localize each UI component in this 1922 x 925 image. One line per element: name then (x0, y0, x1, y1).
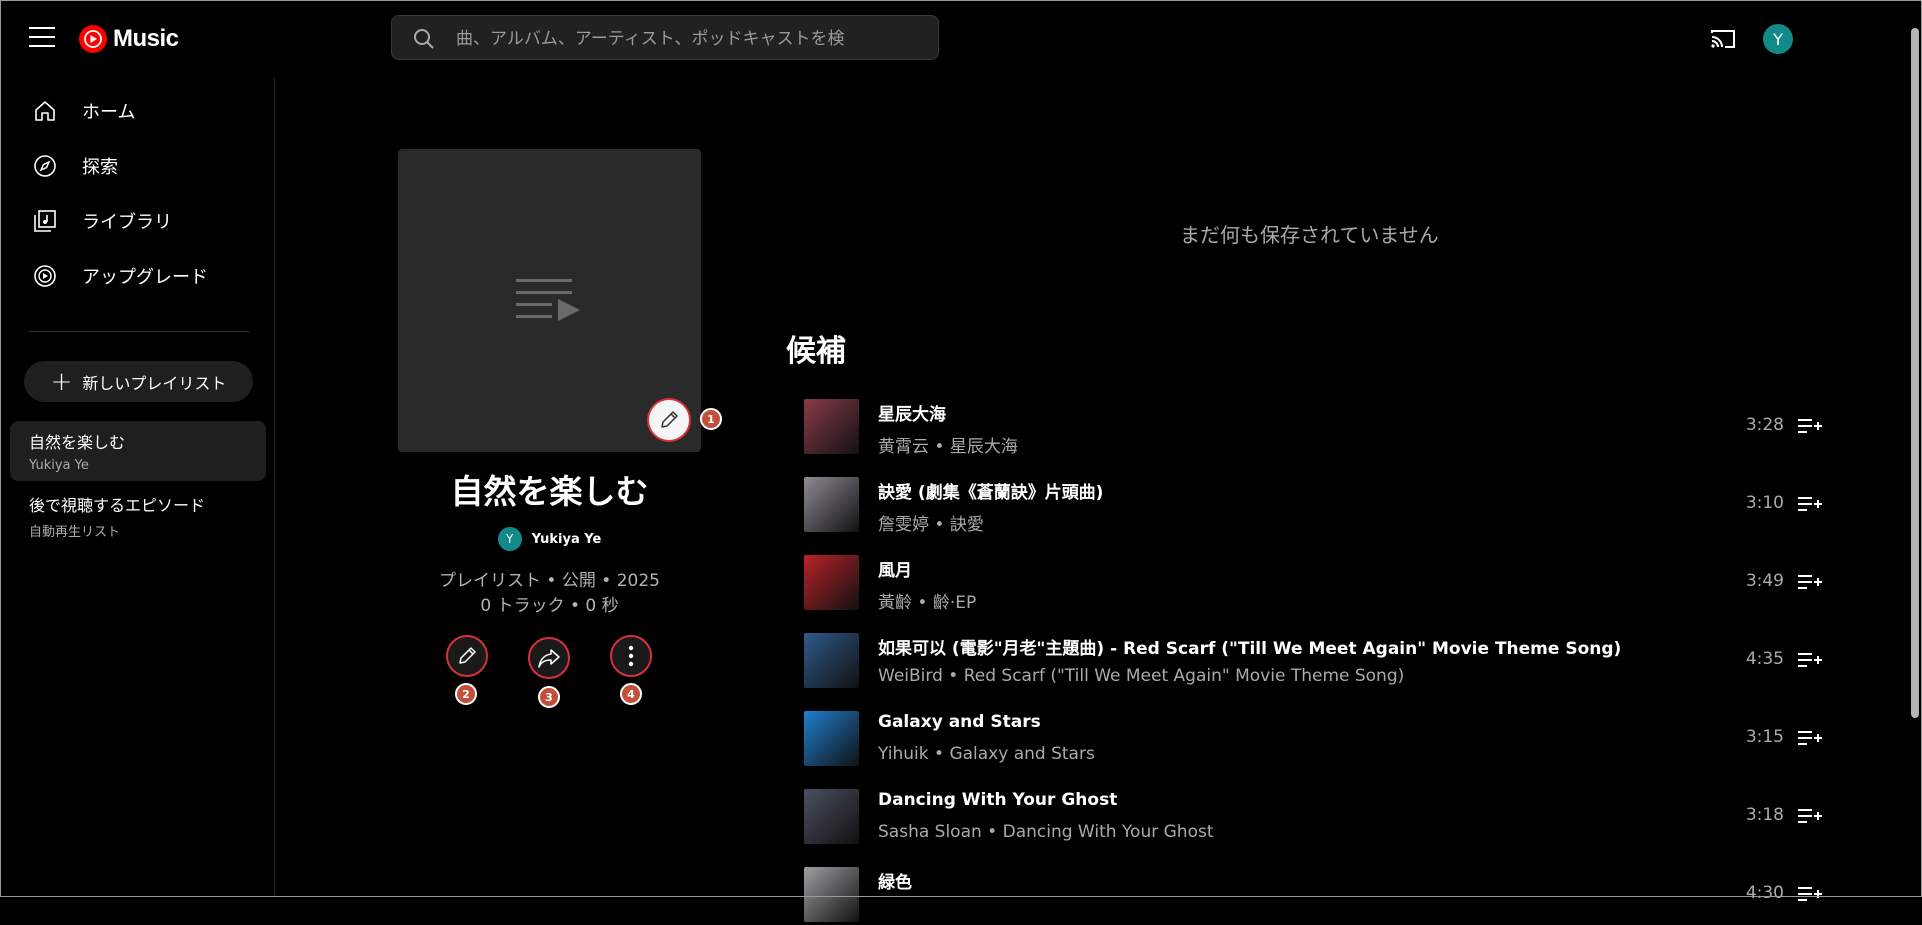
youtube-music-logo[interactable]: Music (79, 25, 179, 53)
track-subtitle: Sasha Sloan • Dancing With Your Ghost (878, 822, 1214, 842)
add-to-playlist-icon[interactable] (1798, 495, 1822, 513)
sidebar-item-label: ホーム (82, 102, 136, 123)
owner-avatar: Y (497, 527, 522, 551)
sidebar-playlist-item[interactable]: 自然を楽しむ Yukiya Ye (10, 421, 266, 481)
track-row[interactable]: Dancing With Your Ghost Sasha Sloan • Dan… (804, 787, 1834, 847)
track-row[interactable]: 星辰大海黄霄云 • 星辰大海 3:28 (804, 397, 1834, 457)
sidebar-item-upgrade[interactable]: アップグレード (32, 256, 208, 296)
track-row[interactable]: 緑色 4:30 (804, 865, 1834, 925)
add-to-playlist-icon[interactable] (1798, 651, 1822, 669)
add-to-playlist-icon[interactable] (1798, 807, 1822, 825)
add-to-playlist-icon[interactable] (1798, 729, 1822, 747)
pencil-icon (661, 411, 678, 428)
plus-icon: + (50, 366, 73, 397)
track-subtitle: 黄霄云 • 星辰大海 (878, 437, 1018, 457)
track-row[interactable]: 風月黃齡 • 齡·EP 3:49 (804, 553, 1834, 613)
track-thumbnail[interactable] (804, 477, 859, 532)
sidebar-playlist-subtitle: Yukiya Ye (29, 458, 89, 473)
sidebar-item-label: アップグレード (82, 267, 208, 288)
sidebar-playlist-title: 自然を楽しむ (29, 433, 126, 452)
track-subtitle: 黃齡 • 齡·EP (878, 593, 977, 613)
track-title[interactable]: 訣愛 (劇集《蒼蘭訣》片頭曲) (878, 478, 1103, 503)
sidebar: ホーム 探索 ライブラリ アップグレード + 新しいプレイリスト 自然を楽しむ … (0, 78, 275, 897)
track-thumbnail[interactable] (804, 711, 859, 766)
track-row[interactable]: 訣愛 (劇集《蒼蘭訣》片頭曲) 詹雯婷 • 訣愛 3:10 (804, 475, 1834, 535)
step-badge: 3 (538, 686, 560, 708)
search-input[interactable] (454, 16, 928, 61)
track-duration: 3:18 (1745, 805, 1784, 825)
track-duration: 3:15 (1745, 727, 1784, 747)
track-duration: 3:28 (1745, 415, 1784, 435)
track-subtitle: WeiBird • Red Scarf ("Till We Meet Again… (878, 666, 1405, 686)
step-badge: 1 (700, 408, 722, 430)
owner-name: Yukiya Ye (531, 531, 602, 547)
playlist-meta: プレイリスト • 公開 • 2025 (439, 571, 660, 591)
add-to-playlist-icon[interactable] (1798, 885, 1822, 903)
track-title[interactable]: Galaxy and Stars (878, 712, 1041, 732)
empty-playlist-message: まだ何も保存されていません (1180, 223, 1439, 247)
share-icon (538, 649, 560, 668)
search-box[interactable] (391, 15, 939, 61)
sidebar-item-label: 探索 (82, 157, 118, 178)
track-title[interactable]: 星辰大海 (878, 400, 946, 425)
track-thumbnail[interactable] (804, 399, 859, 454)
track-duration: 3:10 (1745, 493, 1784, 513)
share-button[interactable] (528, 637, 570, 679)
add-to-playlist-icon[interactable] (1798, 417, 1822, 435)
sidebar-playlist-subtitle: 自動再生リスト (29, 525, 121, 540)
step-badge: 4 (620, 683, 642, 705)
track-thumbnail[interactable] (804, 633, 859, 688)
track-duration: 4:30 (1745, 883, 1784, 903)
track-subtitle: Yihuik • Galaxy and Stars (878, 744, 1095, 764)
pencil-icon (459, 647, 476, 664)
track-thumbnail[interactable] (804, 867, 859, 922)
playlist-placeholder-icon (516, 279, 580, 321)
edit-cover-button[interactable] (647, 398, 691, 442)
account-avatar[interactable]: Y (1763, 24, 1793, 54)
logo-text: Music (113, 25, 179, 52)
playlist-stats: 0 トラック • 0 秒 (480, 596, 619, 616)
edit-playlist-button[interactable] (446, 635, 488, 677)
track-duration: 4:35 (1745, 649, 1784, 669)
track-title[interactable]: Dancing With Your Ghost (878, 790, 1117, 810)
new-playlist-button[interactable]: + 新しいプレイリスト (24, 361, 253, 402)
suggestions-heading: 候補 (786, 334, 846, 369)
scrollbar[interactable] (1911, 28, 1919, 718)
compass-icon (34, 155, 56, 177)
track-duration: 3:49 (1745, 571, 1784, 591)
upgrade-icon (34, 265, 56, 287)
top-bar: Music Y (0, 0, 1922, 78)
track-thumbnail[interactable] (804, 789, 859, 844)
sidebar-item-explore[interactable]: 探索 (32, 146, 118, 186)
search-icon[interactable] (412, 27, 436, 51)
step-badge: 2 (455, 683, 477, 705)
track-row[interactable]: Galaxy and Stars Yihuik • Galaxy and Star… (804, 709, 1834, 769)
track-thumbnail[interactable] (804, 555, 859, 610)
home-icon (35, 101, 55, 121)
track-title[interactable]: 緑色 (878, 868, 912, 893)
track-row[interactable]: 如果可以 (電影"月老"主題曲) - Red Scarf ("Till We M… (804, 631, 1834, 691)
playlist-title: 自然を楽しむ (450, 472, 649, 511)
sidebar-divider (29, 331, 249, 332)
logo-play-icon (79, 25, 107, 53)
sidebar-item-library[interactable]: ライブラリ (32, 201, 172, 241)
add-to-playlist-icon[interactable] (1798, 573, 1822, 591)
sidebar-item-label: ライブラリ (82, 212, 172, 233)
new-playlist-label: 新しいプレイリスト (82, 373, 227, 393)
track-title[interactable]: 如果可以 (電影"月老"主題曲) - Red Scarf ("Till We M… (878, 634, 1621, 659)
menu-icon[interactable] (29, 27, 55, 47)
sidebar-playlist-item[interactable]: 後で視聴するエピソード 自動再生リスト (10, 484, 266, 548)
cast-icon[interactable] (1710, 28, 1736, 50)
track-title[interactable]: 風月 (878, 556, 912, 581)
sidebar-item-home[interactable]: ホーム (32, 91, 135, 131)
track-subtitle: 詹雯婷 • 訣愛 (878, 515, 984, 535)
library-icon (34, 210, 56, 232)
playlist-owner[interactable]: Y Yukiya Ye (398, 527, 701, 551)
more-options-button[interactable] (610, 635, 652, 677)
more-vert-icon (628, 645, 634, 667)
sidebar-playlist-title: 後で視聴するエピソード (29, 496, 206, 515)
